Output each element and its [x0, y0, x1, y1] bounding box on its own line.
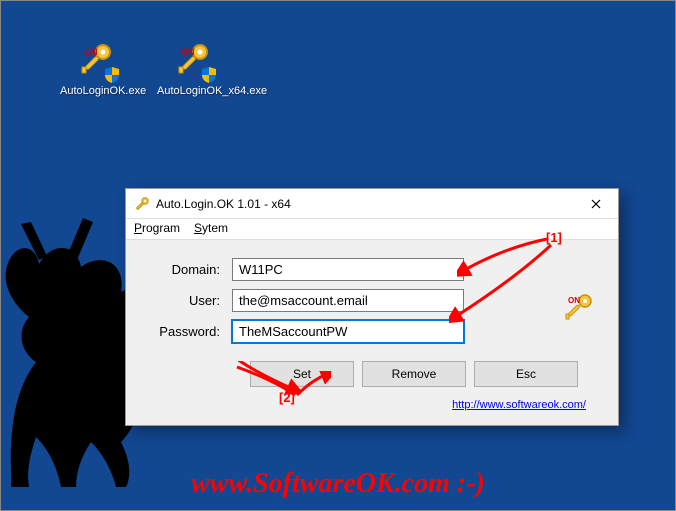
- password-input[interactable]: [232, 320, 464, 343]
- set-button[interactable]: Set: [250, 361, 354, 387]
- close-icon: [591, 199, 601, 209]
- svg-text:ON: ON: [181, 47, 195, 57]
- desktop-icon-label: AutoLoginOK.exe: [60, 85, 146, 98]
- desktop-icon-label: AutoLoginOK_x64.exe: [157, 85, 267, 98]
- password-label: Password:: [146, 324, 232, 339]
- app-window: Auto.Login.OK 1.01 - x64 Program Sytem D…: [125, 188, 619, 426]
- watermark-text: www.SoftwareOK.com :-): [1, 468, 675, 500]
- app-icon: ON: [78, 41, 118, 81]
- user-label: User:: [146, 293, 232, 308]
- menu-system[interactable]: Sytem: [194, 221, 228, 235]
- menubar: Program Sytem: [126, 219, 618, 239]
- menu-program[interactable]: Program: [134, 221, 180, 235]
- domain-input[interactable]: [232, 258, 464, 281]
- app-key-icon: [134, 196, 150, 212]
- titlebar[interactable]: Auto.Login.OK 1.01 - x64: [126, 189, 618, 219]
- esc-button[interactable]: Esc: [474, 361, 578, 387]
- svg-text:ON: ON: [568, 296, 580, 305]
- softwareok-link[interactable]: http://www.softwareok.com/: [452, 399, 586, 411]
- desktop-icon-autologinok-x64[interactable]: ON AutoLoginOK_x64.exe: [157, 41, 233, 98]
- uac-shield-icon: [103, 66, 121, 84]
- domain-label: Domain:: [146, 262, 232, 277]
- window-title: Auto.Login.OK 1.01 - x64: [156, 197, 573, 211]
- remove-button[interactable]: Remove: [362, 361, 466, 387]
- desktop-icon-autologinok[interactable]: ON AutoLoginOK.exe: [60, 41, 136, 98]
- client-area: Domain: User: Password: Set Remove Esc h…: [126, 239, 618, 425]
- app-icon: ON: [175, 41, 215, 81]
- close-button[interactable]: [573, 189, 618, 219]
- svg-text:ON: ON: [84, 47, 98, 57]
- user-input[interactable]: [232, 289, 464, 312]
- key-icon: ON: [564, 292, 594, 322]
- uac-shield-icon: [200, 66, 218, 84]
